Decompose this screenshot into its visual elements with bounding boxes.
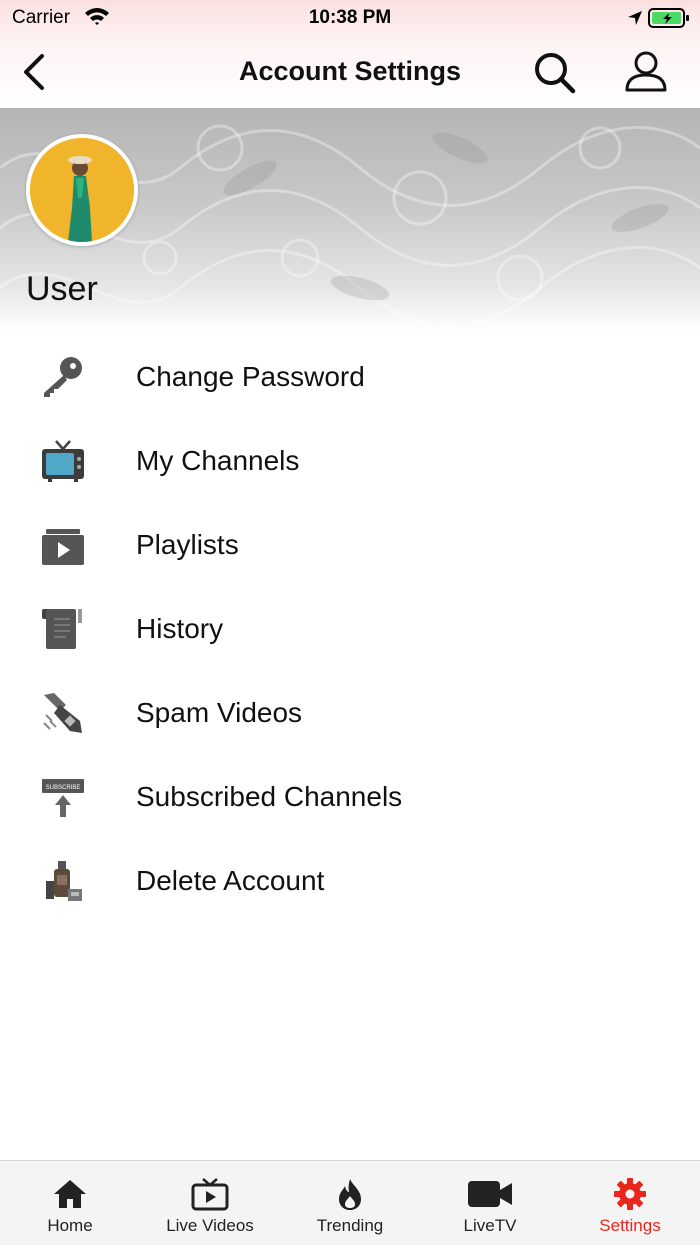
tab-label: Home (47, 1216, 93, 1235)
menu-item-label: Change Password (136, 361, 365, 392)
profile-name: User (26, 270, 98, 308)
delete-account-icon (40, 859, 86, 903)
status-time: 10:38 PM (308, 7, 392, 28)
menu-item-spam-videos[interactable]: Spam Videos (0, 671, 700, 755)
navigation-bar: Account Settings (0, 40, 700, 106)
bottom-tab-bar: Home Live Videos Trending LiveTV Setting… (0, 1160, 700, 1245)
top-bar: Carrier 10:38 PM Account Settings (0, 0, 700, 108)
tv-icon (40, 439, 86, 483)
tab-home[interactable]: Home (0, 1161, 140, 1245)
spam-icon (40, 691, 86, 735)
tab-label: LiveTV (463, 1216, 517, 1235)
avatar[interactable] (26, 134, 138, 246)
profile-button[interactable] (622, 48, 670, 96)
search-icon (535, 53, 576, 94)
video-camera-icon (466, 1177, 514, 1211)
location-icon (626, 9, 644, 32)
menu-item-subscribed-channels[interactable]: SUBSCRIBE Subscribed Channels (0, 755, 700, 839)
menu-item-change-password[interactable]: Change Password (0, 335, 700, 419)
menu-item-label: My Channels (136, 445, 300, 476)
menu-item-delete-account[interactable]: Delete Account (0, 839, 700, 923)
subscribe-badge-text: SUBSCRIBE (46, 785, 81, 791)
search-button[interactable] (532, 50, 578, 96)
flame-icon (331, 1177, 369, 1211)
battery-icon (648, 7, 690, 34)
menu-item-label: History (136, 613, 224, 644)
tab-trending[interactable]: Trending (280, 1161, 420, 1245)
menu-item-label: Subscribed Channels (136, 781, 403, 812)
playlist-icon (40, 523, 86, 567)
status-bar: Carrier 10:38 PM (0, 0, 700, 36)
tab-label: Trending (316, 1216, 384, 1235)
tab-label: Settings (599, 1216, 661, 1235)
menu-item-label: Spam Videos (136, 697, 303, 728)
page-title: Account Settings (238, 56, 461, 86)
history-icon (40, 607, 86, 651)
user-icon (625, 51, 667, 92)
menu-item-label: Delete Account (136, 865, 325, 896)
home-icon (51, 1177, 89, 1211)
menu-item-history[interactable]: History (0, 587, 700, 671)
tab-label: Live Videos (166, 1216, 254, 1235)
profile-banner: User (0, 108, 700, 332)
tab-settings[interactable]: Settings (560, 1161, 700, 1245)
subscribe-icon: SUBSCRIBE (40, 775, 86, 819)
menu-item-my-channels[interactable]: My Channels (0, 419, 700, 503)
live-videos-icon (191, 1177, 229, 1211)
tab-live-videos[interactable]: Live Videos (140, 1161, 280, 1245)
avatar-photo (30, 138, 134, 242)
key-icon (40, 355, 86, 399)
gear-icon (611, 1177, 649, 1211)
menu-item-playlists[interactable]: Playlists (0, 503, 700, 587)
menu-item-label: Playlists (136, 529, 239, 560)
tab-livetv[interactable]: LiveTV (420, 1161, 560, 1245)
